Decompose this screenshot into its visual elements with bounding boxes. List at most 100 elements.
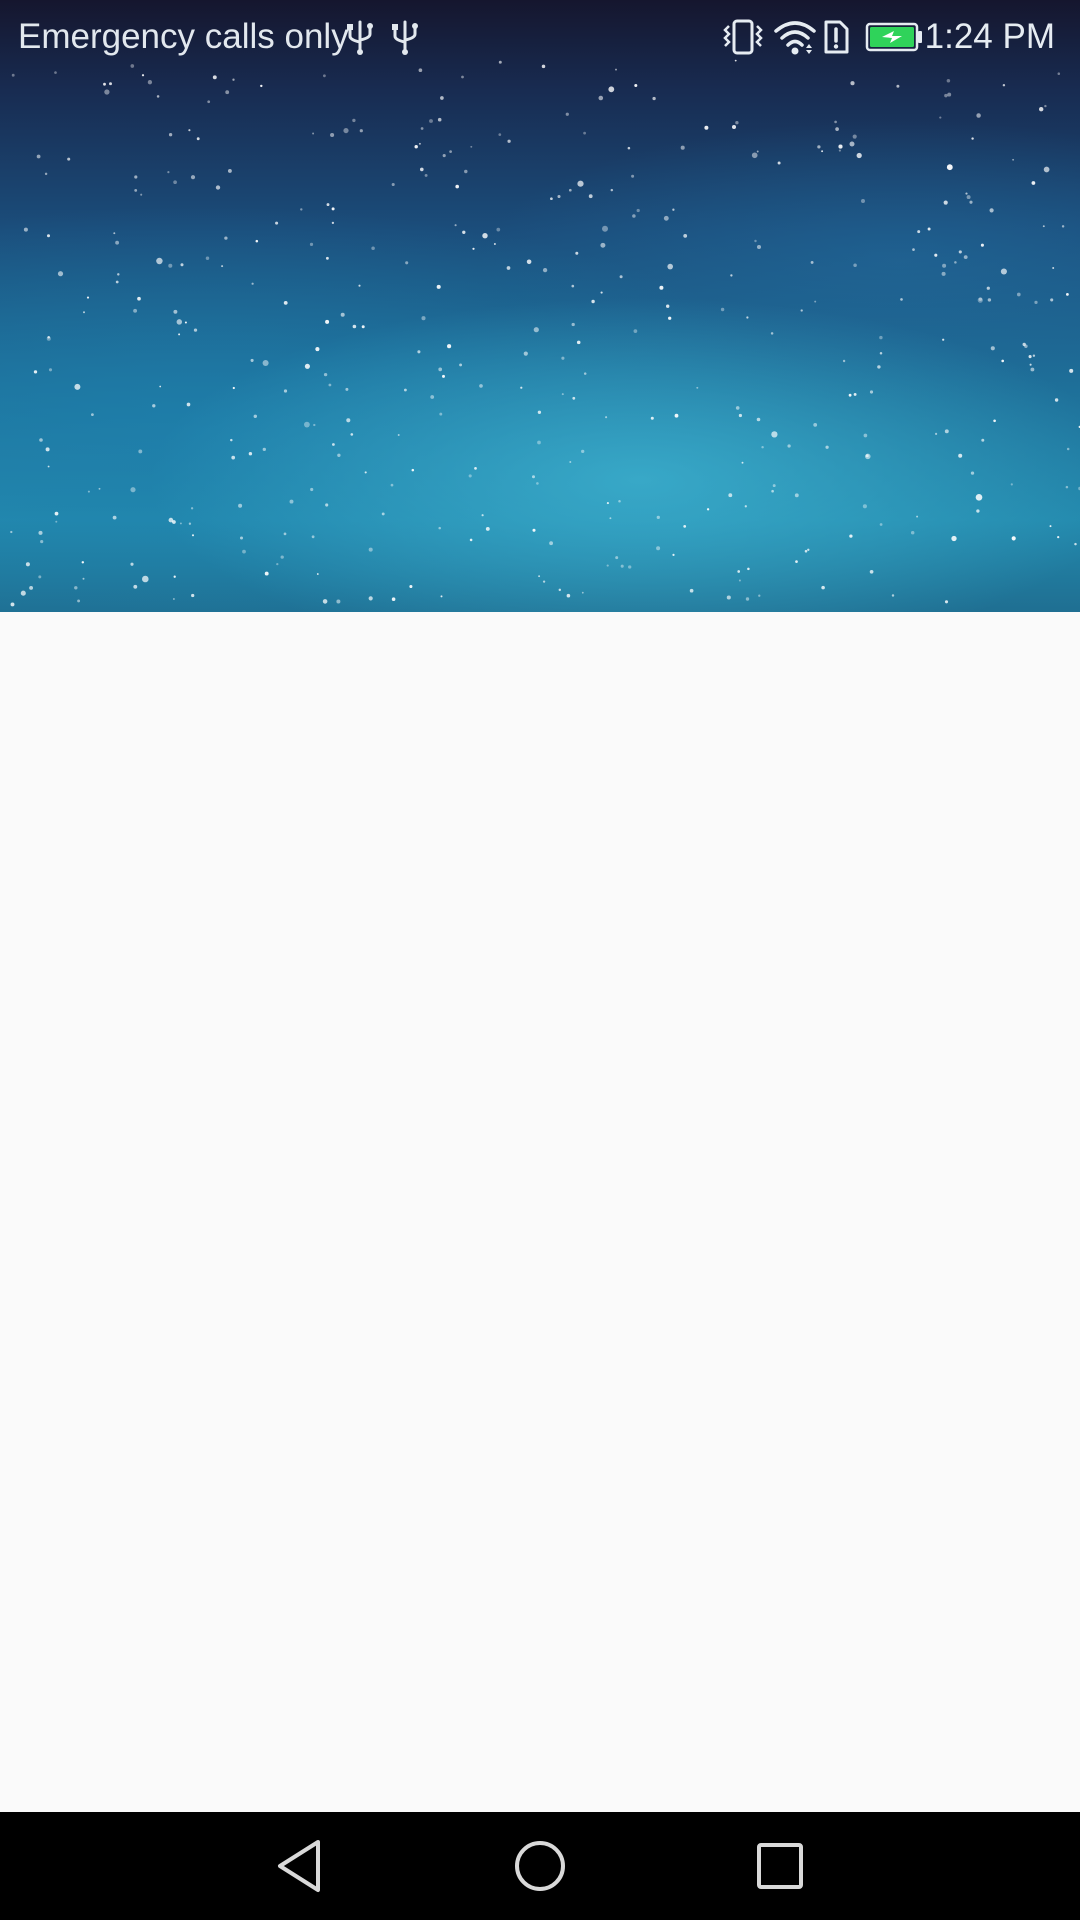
back-button[interactable]	[268, 1834, 332, 1898]
recents-button[interactable]	[748, 1834, 812, 1898]
star	[581, 449, 585, 454]
star	[652, 96, 656, 101]
star	[706, 508, 710, 511]
star	[910, 530, 915, 535]
star	[523, 351, 528, 356]
star	[86, 296, 90, 299]
star	[227, 168, 232, 173]
star	[744, 505, 747, 508]
star	[1061, 225, 1065, 228]
star	[656, 515, 660, 520]
star	[212, 75, 217, 80]
star	[636, 208, 640, 213]
star	[449, 150, 452, 153]
star	[115, 280, 119, 284]
star	[825, 445, 829, 449]
star	[358, 284, 361, 287]
star	[656, 546, 661, 551]
star	[336, 599, 341, 604]
star	[276, 562, 279, 566]
star	[674, 413, 679, 418]
star	[568, 188, 572, 192]
star	[215, 185, 221, 190]
star	[853, 263, 857, 267]
star	[704, 125, 709, 130]
star	[1001, 359, 1005, 363]
star	[454, 224, 457, 227]
star	[1028, 355, 1032, 359]
star	[814, 300, 817, 303]
star	[397, 434, 400, 436]
star	[659, 285, 664, 290]
star	[1024, 344, 1028, 348]
star	[879, 523, 883, 526]
star	[1032, 354, 1036, 357]
star	[891, 594, 895, 597]
star	[156, 95, 160, 98]
star	[47, 465, 50, 468]
star	[283, 300, 288, 305]
star	[1002, 83, 1006, 87]
star	[45, 447, 50, 452]
star	[264, 571, 269, 576]
star	[117, 273, 120, 276]
star	[112, 515, 117, 520]
star	[172, 598, 175, 600]
star	[109, 82, 112, 86]
star	[1042, 225, 1045, 228]
star	[951, 535, 957, 542]
star	[1057, 535, 1060, 539]
star	[583, 131, 586, 135]
star	[865, 454, 869, 458]
star	[438, 526, 441, 530]
star	[283, 532, 287, 536]
star	[533, 327, 539, 333]
star	[628, 565, 632, 569]
star	[248, 452, 253, 456]
home-button[interactable]	[508, 1834, 572, 1898]
star	[732, 125, 736, 129]
star	[771, 489, 774, 493]
star	[391, 182, 395, 187]
star	[558, 588, 562, 592]
star	[946, 164, 953, 171]
star	[549, 541, 553, 546]
star	[67, 157, 71, 161]
star	[850, 81, 855, 86]
star	[140, 193, 143, 196]
star	[238, 503, 243, 508]
star	[447, 344, 452, 349]
star	[48, 368, 53, 372]
battery-charging-icon	[865, 22, 922, 52]
star	[989, 208, 994, 213]
star	[38, 530, 43, 535]
star	[159, 385, 162, 388]
star	[207, 100, 211, 104]
star	[230, 438, 233, 442]
star	[421, 316, 426, 321]
star	[770, 332, 774, 335]
star	[493, 243, 496, 245]
star	[754, 239, 757, 243]
star	[726, 595, 731, 600]
star	[1043, 166, 1050, 173]
star	[942, 338, 945, 341]
star	[572, 396, 576, 400]
star	[741, 461, 744, 464]
star	[598, 95, 604, 101]
star	[821, 150, 824, 153]
star	[414, 145, 418, 149]
star	[970, 471, 975, 475]
star	[756, 244, 762, 250]
star	[577, 180, 584, 187]
star	[442, 154, 446, 158]
star	[849, 141, 855, 147]
star	[232, 386, 235, 390]
star	[167, 171, 170, 174]
star	[173, 575, 176, 578]
star	[542, 580, 546, 583]
star	[600, 291, 603, 294]
star	[756, 417, 761, 422]
star	[411, 468, 415, 472]
star	[689, 588, 694, 593]
